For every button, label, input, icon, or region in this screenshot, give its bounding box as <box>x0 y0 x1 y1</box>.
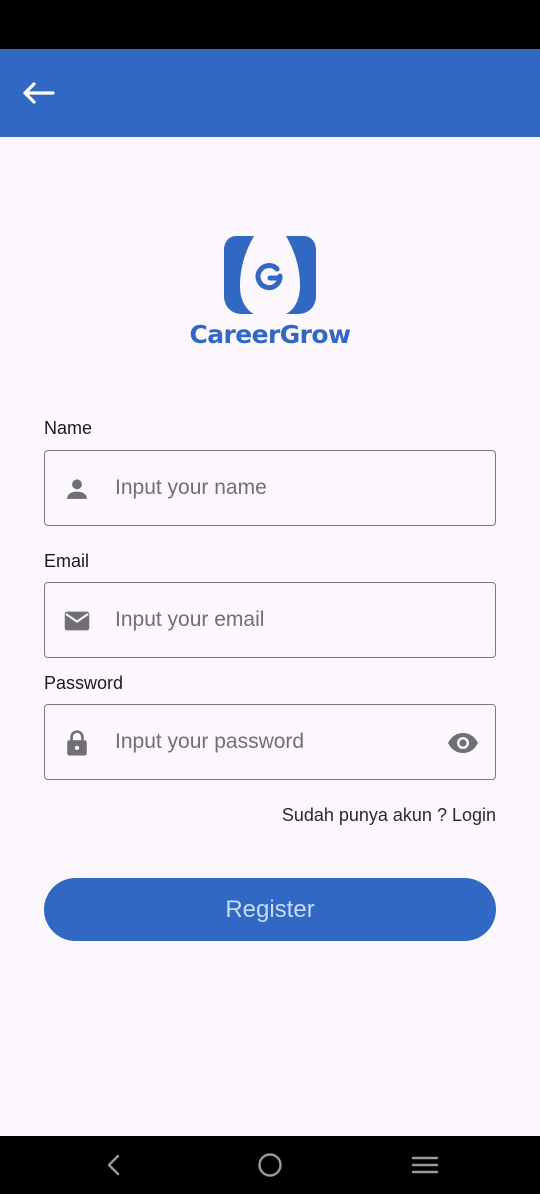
password-visibility-toggle[interactable] <box>445 727 481 759</box>
nav-home-icon <box>258 1153 282 1177</box>
nav-menu-icon <box>411 1156 439 1174</box>
email-label: Email <box>44 551 90 571</box>
nav-home-button[interactable] <box>250 1146 290 1184</box>
login-link[interactable]: Sudah punya akun ? Login <box>282 805 496 826</box>
password-field[interactable] <box>44 704 496 780</box>
eye-icon <box>448 733 478 753</box>
email-input[interactable] <box>115 583 415 657</box>
password-label: Password <box>44 673 124 693</box>
register-button[interactable]: Register <box>44 878 496 941</box>
nav-back-button[interactable] <box>94 1146 134 1184</box>
person-icon <box>63 475 91 503</box>
arrow-left-icon <box>23 82 55 104</box>
logo-mark-icon <box>224 236 316 314</box>
password-input[interactable] <box>115 705 415 779</box>
lock-icon <box>63 729 91 757</box>
back-button[interactable] <box>14 71 62 115</box>
logo-text: CareerGrow <box>189 320 352 349</box>
email-field[interactable] <box>44 582 496 658</box>
app-bar <box>0 49 540 137</box>
nav-menu-button[interactable] <box>405 1146 445 1184</box>
name-label: Name <box>44 418 93 438</box>
mail-icon <box>63 607 91 635</box>
app-logo: CareerGrow <box>170 234 370 356</box>
status-bar <box>0 0 540 49</box>
name-input[interactable] <box>115 451 415 525</box>
nav-back-icon <box>107 1154 120 1176</box>
name-field[interactable] <box>44 450 496 526</box>
system-nav-bar <box>0 1136 540 1194</box>
